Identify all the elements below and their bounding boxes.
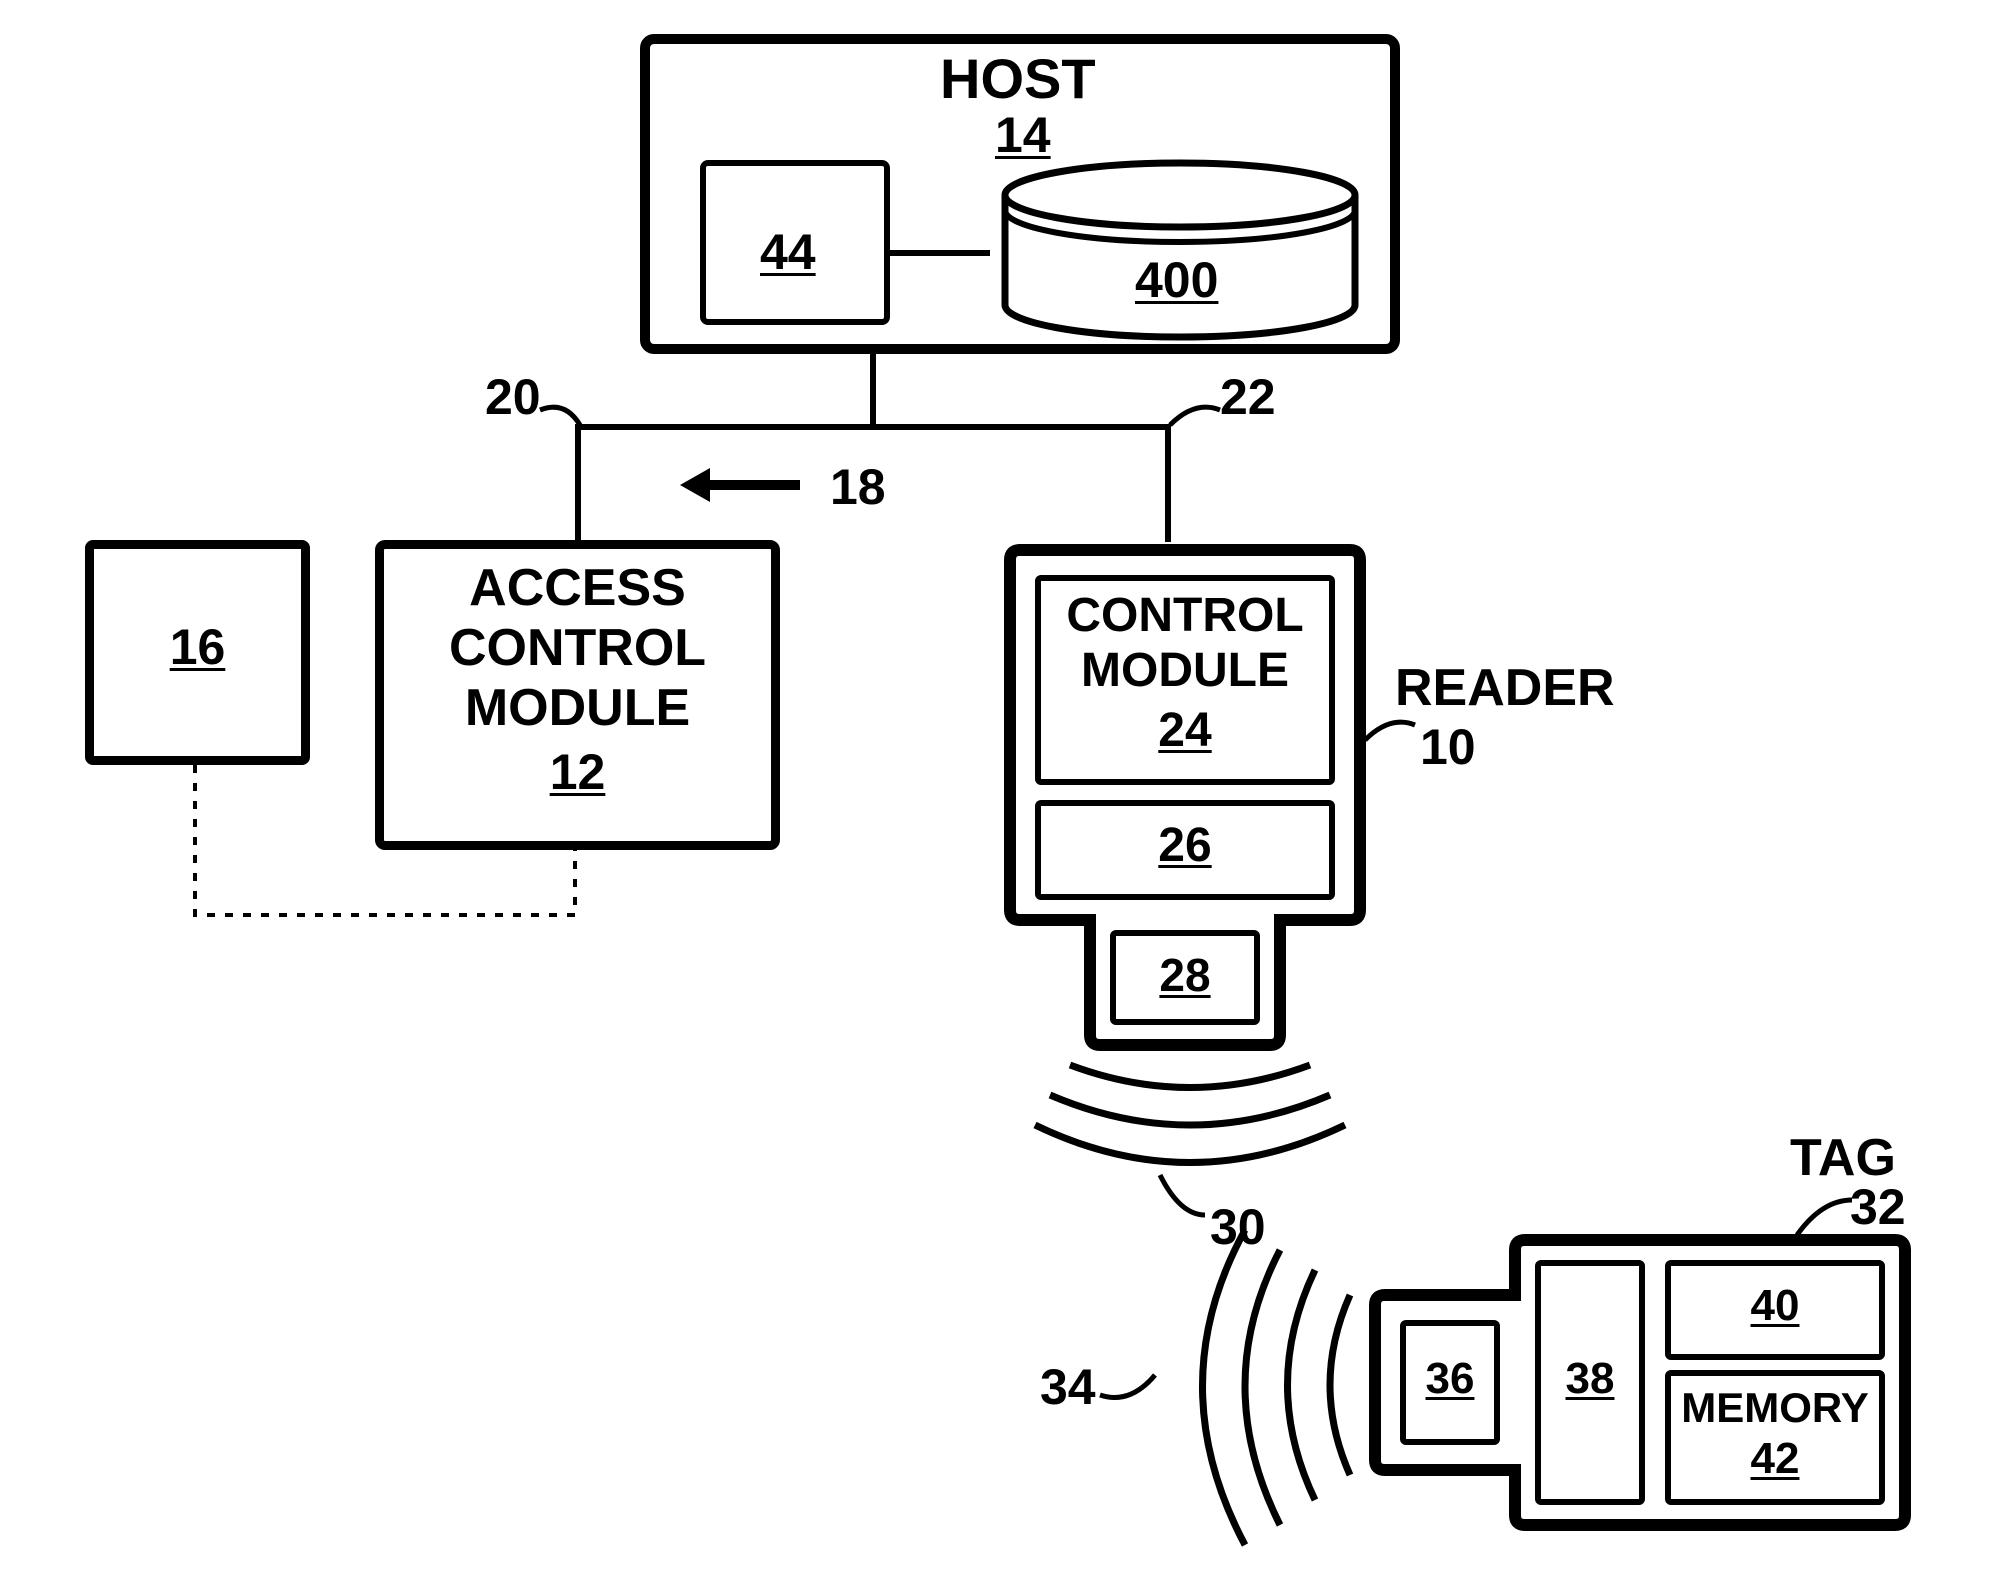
host-title: HOST (940, 48, 1096, 110)
reader-10-leader (1360, 715, 1420, 755)
reader-block-26-ref: 26 (1035, 820, 1335, 873)
acm-title-3: MODULE (375, 680, 780, 737)
ref-20-leader (540, 400, 600, 440)
tag-block-40-ref: 40 (1665, 1282, 1885, 1330)
ref-22-leader (1165, 400, 1225, 440)
acm-title-1: ACCESS (375, 560, 780, 617)
ref-20: 20 (485, 370, 541, 425)
tag-waves (1160, 1215, 1380, 1555)
tag-memory-ref: 42 (1665, 1435, 1885, 1483)
host-block-44-ref: 44 (760, 225, 816, 280)
dotted-16-acm (195, 765, 595, 935)
db-ref: 400 (1135, 253, 1218, 308)
tag-memory-label: MEMORY (1665, 1385, 1885, 1431)
host-branch-h (575, 424, 1171, 430)
tag-outside-ref: 32 (1850, 1180, 1906, 1235)
reader-cm-line1: CONTROL (1035, 590, 1335, 643)
tag-block-36-ref: 36 (1400, 1355, 1500, 1403)
block-16-ref: 16 (85, 620, 310, 675)
reader-outside-ref: 10 (1420, 720, 1476, 775)
ref-34: 34 (1040, 1360, 1096, 1415)
host-44-db-link (890, 250, 990, 256)
host-acm-down (575, 424, 581, 542)
host-reader-down (1165, 424, 1171, 542)
reader-cm-line2: MODULE (1035, 645, 1335, 698)
tag-block-38-ref: 38 (1535, 1355, 1645, 1403)
reader-outside-label: READER (1395, 660, 1615, 717)
ref-22: 22 (1220, 370, 1276, 425)
ref-18: 18 (830, 460, 886, 515)
reader-block-28-ref: 28 (1110, 950, 1260, 1001)
ref-34-leader (1100, 1370, 1170, 1410)
host-down-stem (870, 354, 876, 424)
acm-title-2: CONTROL (375, 620, 780, 677)
arrow-18 (680, 460, 810, 510)
reader-cm-ref: 24 (1035, 705, 1335, 758)
